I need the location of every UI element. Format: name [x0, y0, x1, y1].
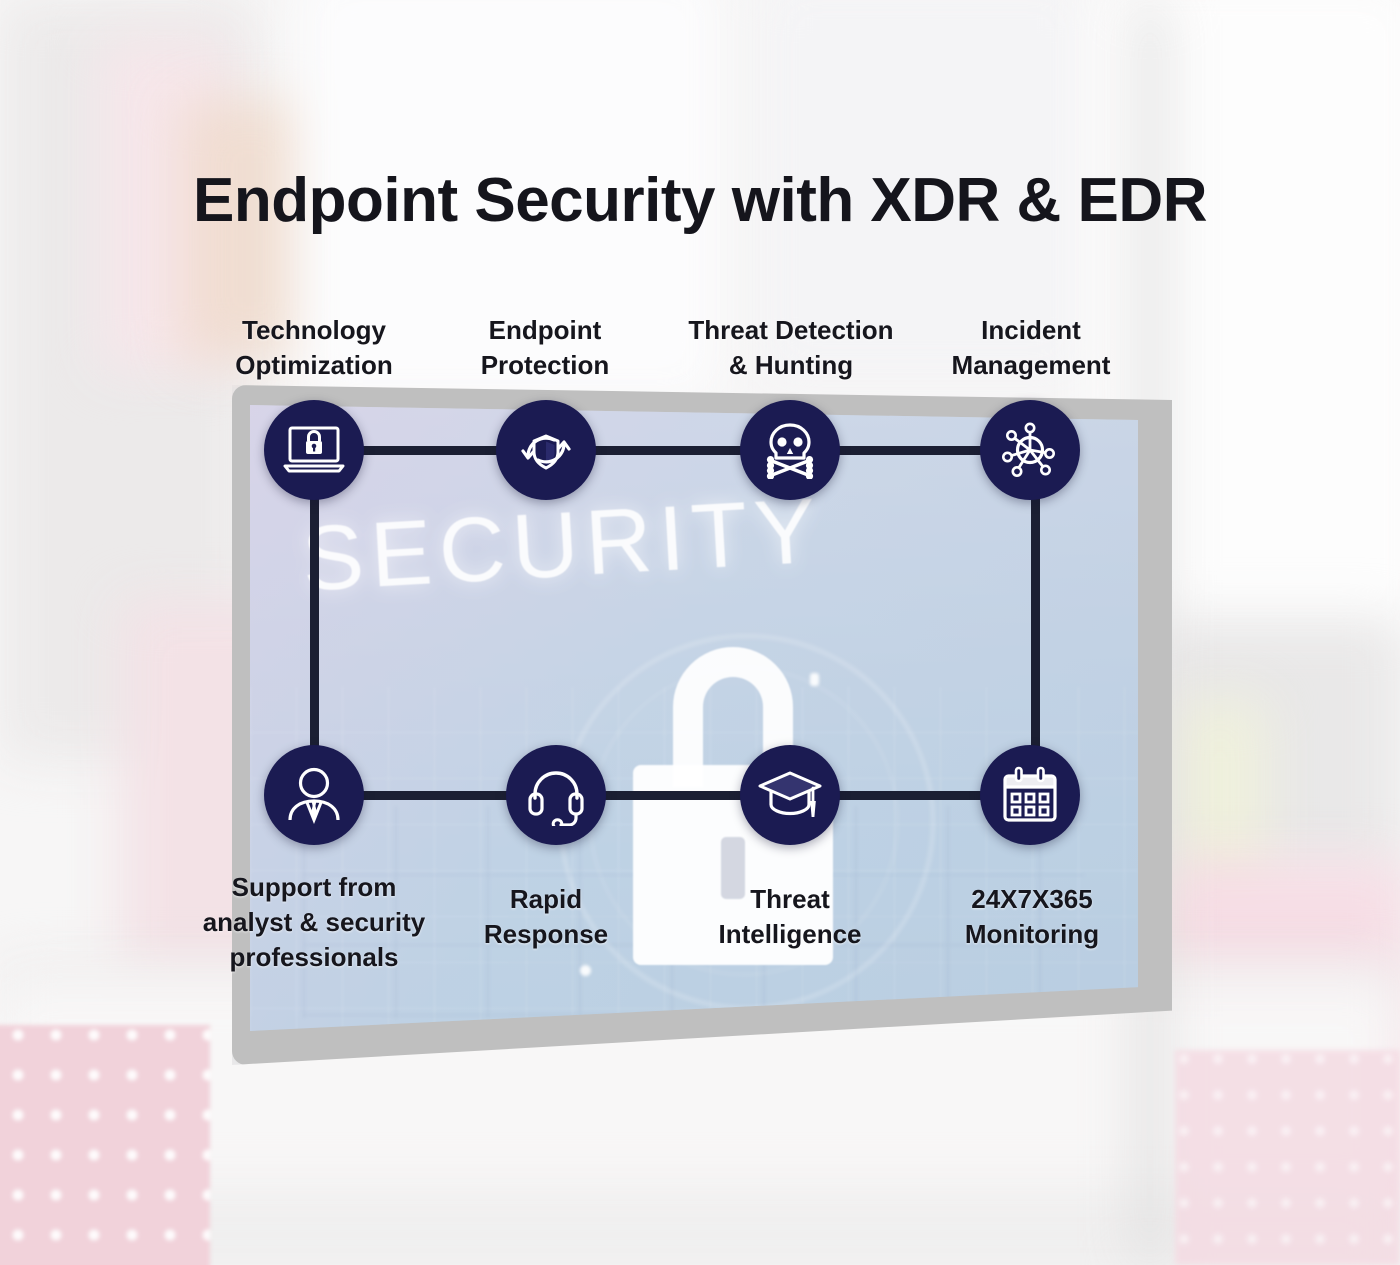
node-analyst-support[interactable]	[264, 745, 364, 845]
label-endpoint-protection: Endpoint Protection	[420, 313, 670, 383]
connector-top-horizontal	[314, 446, 1034, 455]
laptop-lock-icon	[283, 424, 345, 476]
shield-refresh-icon	[514, 420, 578, 480]
business-person-icon	[283, 766, 345, 824]
label-line: Optimization	[235, 349, 393, 380]
network-hub-icon	[999, 419, 1061, 481]
infographic-canvas: SECURITY Endpoint Security with XDR & ED…	[0, 0, 1400, 1265]
node-threat-detection-hunting[interactable]	[740, 400, 840, 500]
label-line: Threat	[750, 884, 830, 914]
node-technology-optimization[interactable]	[264, 400, 364, 500]
diagram-overlay	[0, 0, 1400, 1265]
label-line: Intelligence	[718, 918, 862, 949]
node-endpoint-protection[interactable]	[496, 400, 596, 500]
label-threat-intelligence: Threat Intelligence	[672, 882, 908, 952]
skull-crossbones-icon	[759, 421, 821, 479]
label-line: Management	[951, 349, 1111, 380]
label-line: Threat Detection	[688, 315, 894, 345]
label-line: Technology	[242, 315, 386, 345]
node-rapid-response[interactable]	[506, 745, 606, 845]
connector-bottom-horizontal	[314, 791, 1034, 800]
label-line: Incident	[981, 315, 1081, 345]
label-line: Monitoring	[964, 918, 1100, 949]
node-threat-intelligence[interactable]	[740, 745, 840, 845]
label-monitoring-24x7: 24X7X365 Monitoring	[912, 882, 1152, 952]
label-technology-optimization: Technology Optimization	[184, 313, 444, 383]
graduation-cap-icon	[757, 769, 823, 821]
label-analyst-support: Support from analyst & security professi…	[178, 870, 450, 974]
label-incident-management: Incident Management	[905, 313, 1157, 383]
label-line: Response	[483, 918, 609, 949]
label-threat-detection-hunting: Threat Detection & Hunting	[655, 313, 927, 383]
label-line: Protection	[480, 349, 610, 380]
label-line: analyst & security	[202, 906, 426, 937]
headset-icon	[526, 764, 586, 826]
label-line: professionals	[229, 941, 399, 972]
label-line: 24X7X365	[971, 884, 1093, 914]
calendar-icon	[1000, 766, 1060, 824]
label-line: Rapid	[509, 884, 583, 914]
label-line: Endpoint	[488, 315, 602, 345]
label-rapid-response: Rapid Response	[430, 882, 662, 952]
node-monitoring-24x7[interactable]	[980, 745, 1080, 845]
label-line: & Hunting	[728, 349, 854, 380]
node-incident-management[interactable]	[980, 400, 1080, 500]
label-line: Support from	[231, 872, 397, 902]
